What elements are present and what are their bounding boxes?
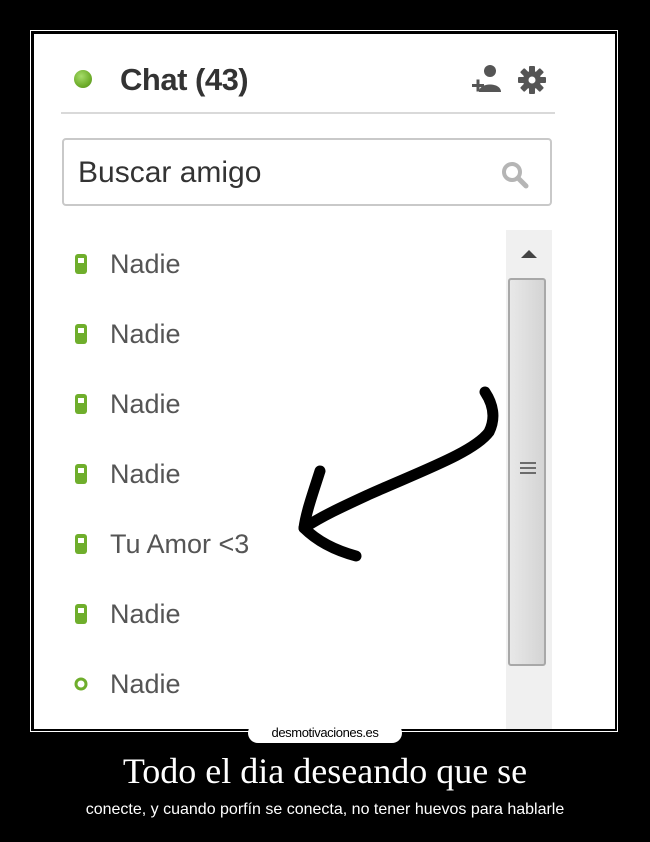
search-icon[interactable] — [500, 160, 530, 190]
friend-name: Nadie — [110, 248, 181, 279]
friend-item[interactable]: Nadie — [74, 384, 181, 424]
friend-name: Tu Amor <3 — [110, 528, 250, 559]
online-dot-icon — [74, 677, 88, 691]
friend-name: Nadie — [110, 318, 181, 349]
friend-item[interactable]: Nadie — [74, 454, 181, 494]
caption-title: Todo el dia deseando que se — [122, 751, 528, 791]
friend-name: Nadie — [110, 668, 181, 699]
mobile-icon — [75, 534, 87, 554]
mobile-icon — [75, 324, 87, 344]
chat-panel: Chat (43) Nadie Nadie — [34, 34, 615, 729]
mobile-icon — [75, 464, 87, 484]
header-divider — [61, 112, 555, 114]
chat-title: Chat (43) — [120, 62, 249, 97]
friend-item[interactable]: Nadie — [74, 244, 181, 284]
friend-name: Nadie — [110, 388, 181, 419]
friend-item[interactable]: Nadie — [74, 594, 181, 634]
search-box[interactable] — [62, 138, 552, 206]
scrollbar-grip-line — [520, 467, 536, 469]
site-watermark: desmotivaciones.es — [248, 723, 402, 743]
scrollbar-grip-line — [520, 472, 536, 474]
friend-name: Nadie — [110, 458, 181, 489]
scrollbar-thumb[interactable] — [508, 278, 546, 666]
mobile-icon — [75, 604, 87, 624]
online-status-icon — [74, 70, 92, 88]
friend-item[interactable]: Nadie — [74, 314, 181, 354]
add-friend-icon[interactable] — [470, 62, 504, 96]
friend-item[interactable]: Nadie — [74, 664, 181, 704]
mobile-icon — [75, 254, 87, 274]
friend-name: Nadie — [110, 598, 181, 629]
friend-list-scrollbar[interactable] — [506, 230, 552, 729]
mobile-icon — [75, 394, 87, 414]
scrollbar-grip-line — [520, 462, 536, 464]
search-input[interactable] — [78, 152, 478, 194]
scroll-up-arrow-icon[interactable] — [506, 230, 552, 274]
caption-subtitle: conecte, y cuando porfín se conecta, no … — [85, 801, 565, 818]
gear-icon[interactable] — [516, 64, 548, 96]
friend-item[interactable]: Tu Amor <3 — [74, 524, 249, 564]
